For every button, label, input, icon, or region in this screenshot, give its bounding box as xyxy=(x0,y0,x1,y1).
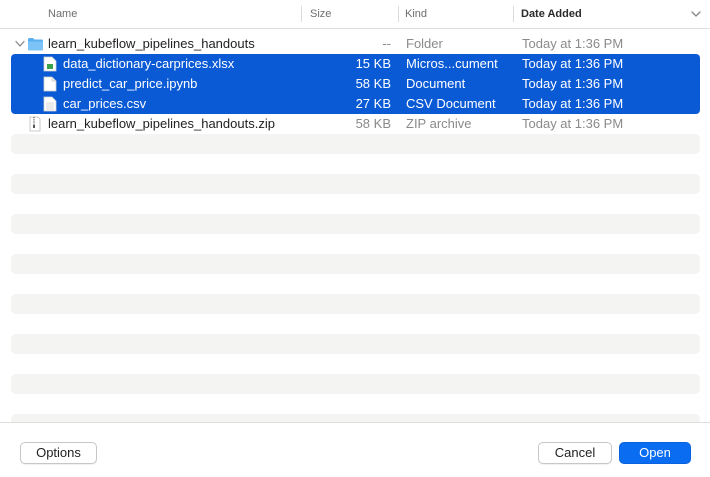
file-date-added: Today at 1:36 PM xyxy=(522,116,624,131)
file-kind: Micros...cument xyxy=(406,56,498,71)
file-date-added: Today at 1:36 PM xyxy=(522,76,624,91)
file-size: 58 KB xyxy=(355,76,391,91)
file-kind: Document xyxy=(406,76,466,91)
options-button[interactable]: Options xyxy=(20,442,97,464)
empty-row-stripe xyxy=(11,254,700,274)
csv-file-icon xyxy=(43,96,57,112)
file-kind: ZIP archive xyxy=(406,116,472,131)
file-name: data_dictionary-carprices.xlsx xyxy=(63,56,235,71)
file-size: 58 KB xyxy=(355,116,391,131)
file-size: 15 KB xyxy=(355,56,391,71)
file-name: learn_kubeflow_pipelines_handouts.zip xyxy=(48,116,275,131)
file-row[interactable]: learn_kubeflow_pipelines_handouts.zip 58… xyxy=(11,114,700,134)
column-header-date-added[interactable]: Date Added xyxy=(521,0,582,28)
file-name: car_prices.csv xyxy=(63,96,147,111)
file-date-added: Today at 1:36 PM xyxy=(522,96,624,111)
empty-row-stripe xyxy=(11,334,700,354)
document-file-icon xyxy=(43,76,57,92)
file-date-added: Today at 1:36 PM xyxy=(522,56,624,71)
empty-row-stripe xyxy=(11,174,700,194)
file-row-selected[interactable]: car_prices.csv 27 KB CSV Document Today … xyxy=(11,94,700,114)
file-row-selected[interactable]: data_dictionary-carprices.xlsx 15 KB Mic… xyxy=(11,54,700,74)
column-divider[interactable] xyxy=(398,6,399,22)
file-kind: CSV Document xyxy=(406,96,496,111)
file-row-folder[interactable]: learn_kubeflow_pipelines_handouts -- Fol… xyxy=(11,34,700,54)
disclosure-triangle-expanded-icon[interactable] xyxy=(15,40,25,48)
file-size: 27 KB xyxy=(355,96,391,111)
empty-row-stripe xyxy=(11,134,700,154)
empty-row-stripe xyxy=(11,294,700,314)
file-name: learn_kubeflow_pipelines_handouts xyxy=(48,36,255,51)
zip-file-icon xyxy=(29,116,41,132)
column-header-kind[interactable]: Kind xyxy=(405,0,427,28)
dialog-footer: Options Cancel Open xyxy=(0,422,710,477)
cancel-button[interactable]: Cancel xyxy=(538,442,612,464)
column-header: Name Size Kind Date Added xyxy=(0,0,710,29)
column-header-name[interactable]: Name xyxy=(48,0,77,28)
empty-row-stripe xyxy=(11,414,700,422)
column-divider[interactable] xyxy=(301,6,302,22)
sort-descending-chevron-icon[interactable] xyxy=(690,8,702,20)
empty-row-stripe xyxy=(11,214,700,234)
column-divider[interactable] xyxy=(513,6,514,22)
column-header-size[interactable]: Size xyxy=(310,0,331,28)
file-date-added: Today at 1:36 PM xyxy=(522,36,624,51)
file-size: -- xyxy=(382,36,391,51)
file-name: predict_car_price.ipynb xyxy=(63,76,198,91)
spreadsheet-file-icon xyxy=(43,56,57,72)
open-button[interactable]: Open xyxy=(619,442,691,464)
empty-row-stripe xyxy=(11,374,700,394)
file-kind: Folder xyxy=(406,36,443,51)
folder-icon xyxy=(28,38,43,51)
file-row-selected[interactable]: predict_car_price.ipynb 58 KB Document T… xyxy=(11,74,700,94)
